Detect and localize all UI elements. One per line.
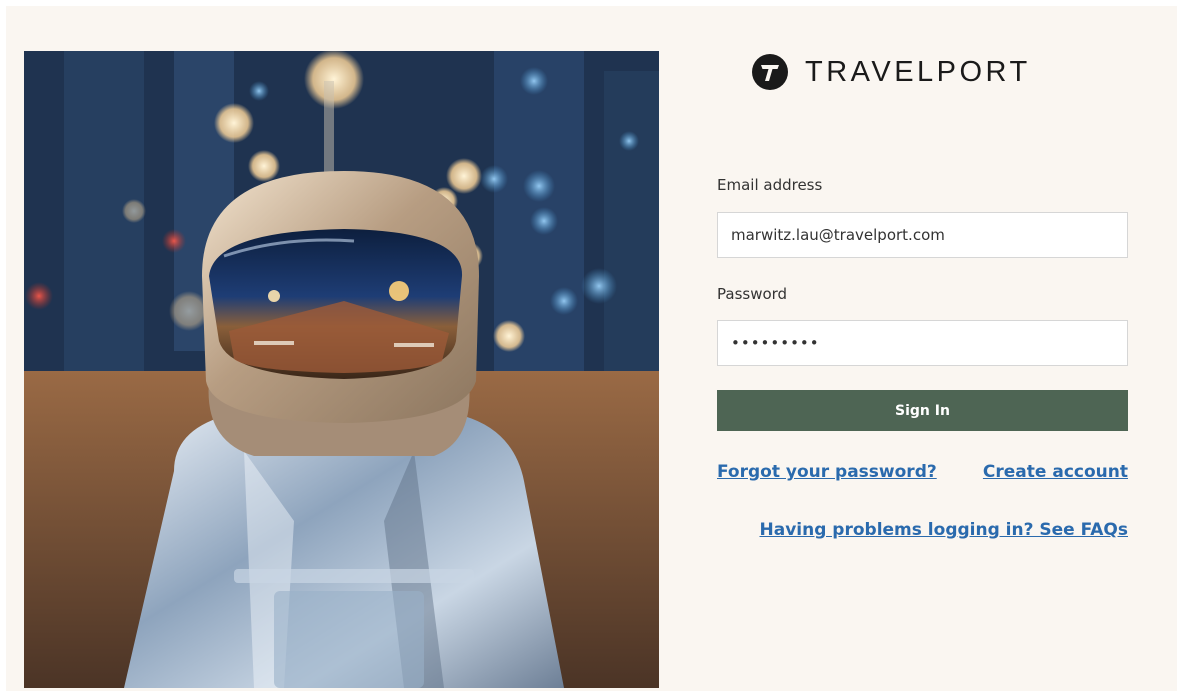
email-label: Email address xyxy=(717,176,823,194)
email-field[interactable] xyxy=(717,212,1128,258)
travelport-logo: TRAVELPORT xyxy=(752,54,1031,90)
create-account-link[interactable]: Create account xyxy=(983,462,1128,482)
sign-in-button[interactable]: Sign In xyxy=(717,390,1128,431)
travelport-logo-icon xyxy=(752,54,788,90)
hero-image xyxy=(24,51,659,688)
password-label: Password xyxy=(717,285,788,303)
forgot-password-link[interactable]: Forgot your password? xyxy=(717,462,937,482)
password-field[interactable] xyxy=(717,320,1128,366)
faq-link[interactable]: Having problems logging in? See FAQs xyxy=(760,520,1129,540)
astronaut-illustration xyxy=(24,51,659,688)
brand-name: TRAVELPORT xyxy=(805,55,1031,88)
